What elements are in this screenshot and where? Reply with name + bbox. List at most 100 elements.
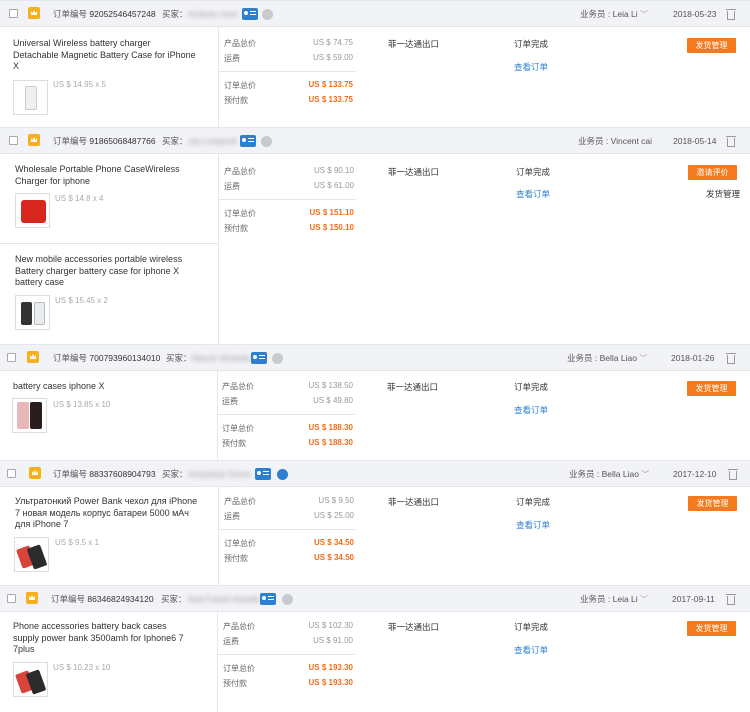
order-number-label: 订单编号 700793960134010 — [53, 353, 161, 363]
product-thumbnail[interactable] — [12, 398, 47, 433]
trash-icon[interactable] — [726, 353, 736, 364]
rep-selector[interactable]: 业务员 : Vincent cai — [578, 135, 652, 147]
contact-card-icon[interactable] — [242, 8, 258, 20]
buyer-name[interactable]: Nad Fahed Alzaabi — [188, 593, 260, 605]
product-total-value: US $ 9.50 — [318, 496, 354, 505]
product-thumbnail[interactable] — [15, 193, 50, 228]
shipping-value: US $ 25.00 — [313, 511, 354, 520]
trash-icon[interactable] — [726, 136, 736, 147]
trash-icon[interactable] — [726, 594, 736, 605]
unit-price-qty: US $ 15.45 x 2 — [55, 296, 108, 305]
buyer-name[interactable]: Marcin Wolodev — [192, 352, 253, 364]
select-checkbox[interactable] — [7, 594, 16, 603]
chat-icon[interactable] — [277, 469, 288, 480]
order-total-label: 订单总价 — [222, 424, 254, 433]
rep-selector[interactable]: 业务员 : Bella Liao ﹀ — [569, 468, 649, 481]
prepay-label: 预付款 — [224, 554, 248, 563]
rep-name: Bella Liao — [601, 469, 639, 479]
chat-icon[interactable] — [261, 136, 272, 147]
product-thumbnail[interactable] — [13, 80, 48, 115]
column-divider — [218, 27, 219, 127]
rep-name: Leia Li — [612, 594, 638, 604]
buyer-name[interactable]: Jay Leopardi — [188, 135, 237, 147]
buyer-label: 买家： — [162, 469, 188, 479]
unit-price-qty: US $ 14.8 x 4 — [55, 194, 104, 203]
contact-card-icon[interactable] — [251, 352, 267, 364]
product-thumbnail[interactable] — [14, 537, 49, 572]
order-number-label: 订单编号 88337608904793 — [53, 469, 156, 479]
shipping-label: 运费 — [223, 637, 239, 646]
order-header: 订单编号 91865068487766 买家： Jay Leopardi 业务员… — [0, 127, 750, 154]
order-status: 订单完成 — [514, 382, 549, 392]
product-title[interactable]: Universal Wireless battery charger Detac… — [13, 38, 213, 73]
row-divider — [217, 654, 355, 655]
product-total-label: 产品总价 — [223, 622, 255, 631]
product-divider — [0, 243, 218, 244]
ship-manage-button[interactable]: 发货管理 — [687, 381, 736, 396]
order-header: 订单编号 86346824934120 买家： Nad Fahed Alzaab… — [0, 585, 750, 612]
ship-manage-button[interactable]: 发货管理 — [688, 496, 737, 511]
product-thumbnail[interactable] — [13, 662, 48, 697]
shipping-value: US $ 49.80 — [312, 396, 353, 405]
product-image — [21, 302, 32, 325]
contact-card-icon[interactable] — [240, 135, 256, 147]
product-title[interactable]: battery cases iphone X — [13, 381, 213, 393]
product-title[interactable]: Ультратонкий Power Bank чехол для iPhone… — [15, 496, 220, 531]
select-checkbox[interactable] — [9, 9, 18, 18]
product-total-value: US $ 74.75 — [312, 38, 353, 47]
ship-manage-link[interactable]: 发货管理 — [706, 188, 740, 200]
trash-icon[interactable] — [728, 469, 738, 480]
unit-price-qty: US $ 9.5 x 1 — [55, 538, 100, 547]
rep-selector[interactable]: 业务员 : Leia Li ﹀ — [580, 8, 648, 21]
select-checkbox[interactable] — [7, 353, 16, 362]
shipping-method: 菲一达通出口 — [388, 622, 440, 632]
chat-icon[interactable] — [272, 353, 283, 364]
rep-selector[interactable]: 业务员 : Leia Li ﹀ — [580, 593, 648, 606]
shipping-value: US $ 91.00 — [312, 636, 353, 645]
order-total-value: US $ 151.10 — [309, 208, 354, 217]
order-total-value: US $ 193.30 — [308, 663, 353, 672]
contact-card-icon[interactable] — [260, 593, 276, 605]
shipping-label: 运费 — [222, 397, 238, 406]
product-title[interactable]: New mobile accessories portable wireless… — [15, 254, 215, 289]
prepay-label: 预付款 — [223, 679, 247, 688]
buyer-name[interactable]: Anastasia Green — [188, 468, 251, 480]
request-review-button[interactable]: 邀请评价 — [688, 165, 737, 180]
ship-manage-button[interactable]: 发货管理 — [687, 621, 736, 636]
select-checkbox[interactable] — [7, 469, 16, 478]
column-divider — [217, 612, 218, 712]
prepay-value: US $ 193.30 — [308, 678, 353, 687]
crown-icon — [28, 7, 40, 19]
buyer-name[interactable]: Andrew chen — [188, 8, 238, 20]
view-order-link[interactable]: 查看订单 — [514, 61, 548, 73]
product-total-value: US $ 102.30 — [308, 621, 353, 630]
view-order-link[interactable]: 查看订单 — [514, 644, 548, 656]
rep-name: Bella Liao — [599, 353, 637, 363]
product-title[interactable]: Wholesale Portable Phone CaseWireless Ch… — [15, 164, 215, 187]
rep-selector[interactable]: 业务员 : Bella Liao ﹀ — [567, 352, 647, 365]
crown-icon — [27, 351, 39, 363]
chat-icon[interactable] — [262, 9, 273, 20]
product-image — [17, 402, 29, 429]
order-header: 订单编号 700793960134010 买家： Marcin Wolodev … — [0, 344, 750, 371]
ship-manage-button[interactable]: 发货管理 — [687, 38, 736, 53]
product-thumbnail[interactable] — [15, 295, 50, 330]
product-total-label: 产品总价 — [222, 382, 254, 391]
trash-icon[interactable] — [726, 9, 736, 20]
product-image — [21, 200, 46, 223]
shipping-label: 运费 — [224, 182, 240, 191]
order-status: 订单完成 — [516, 497, 551, 507]
order-date: 2018-05-23 — [673, 9, 717, 19]
order-number-label: 订单编号 92052546457248 — [53, 9, 156, 19]
order-status: 订单完成 — [514, 622, 549, 632]
chat-icon[interactable] — [282, 594, 293, 605]
product-title[interactable]: Phone accessories battery back cases sup… — [13, 621, 218, 656]
order-body: battery cases iphone X US $ 13.85 x 10 产… — [0, 371, 750, 460]
select-checkbox[interactable] — [9, 136, 18, 145]
shipping-method: 菲一达通出口 — [388, 39, 440, 49]
view-order-link[interactable]: 查看订单 — [514, 404, 548, 416]
chevron-down-icon: ﹀ — [641, 470, 650, 479]
view-order-link[interactable]: 查看订单 — [516, 519, 550, 531]
contact-card-icon[interactable] — [255, 468, 271, 480]
view-order-link[interactable]: 查看订单 — [516, 188, 550, 200]
